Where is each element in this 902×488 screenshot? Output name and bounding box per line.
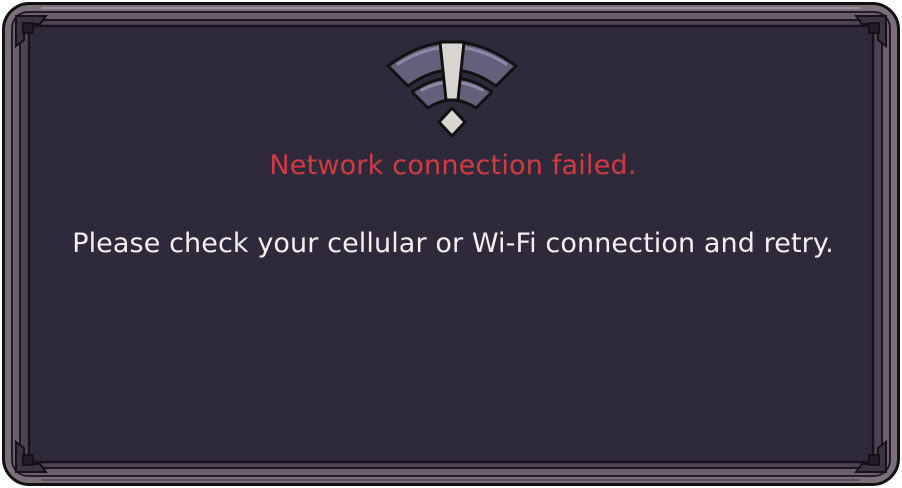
error-message: Please check your cellular or Wi-Fi conn… — [72, 228, 834, 259]
error-title: Network connection failed. — [269, 150, 637, 181]
network-error-dialog: Network connection failed. Please check … — [2, 2, 900, 486]
wifi-error-icon — [386, 40, 518, 138]
